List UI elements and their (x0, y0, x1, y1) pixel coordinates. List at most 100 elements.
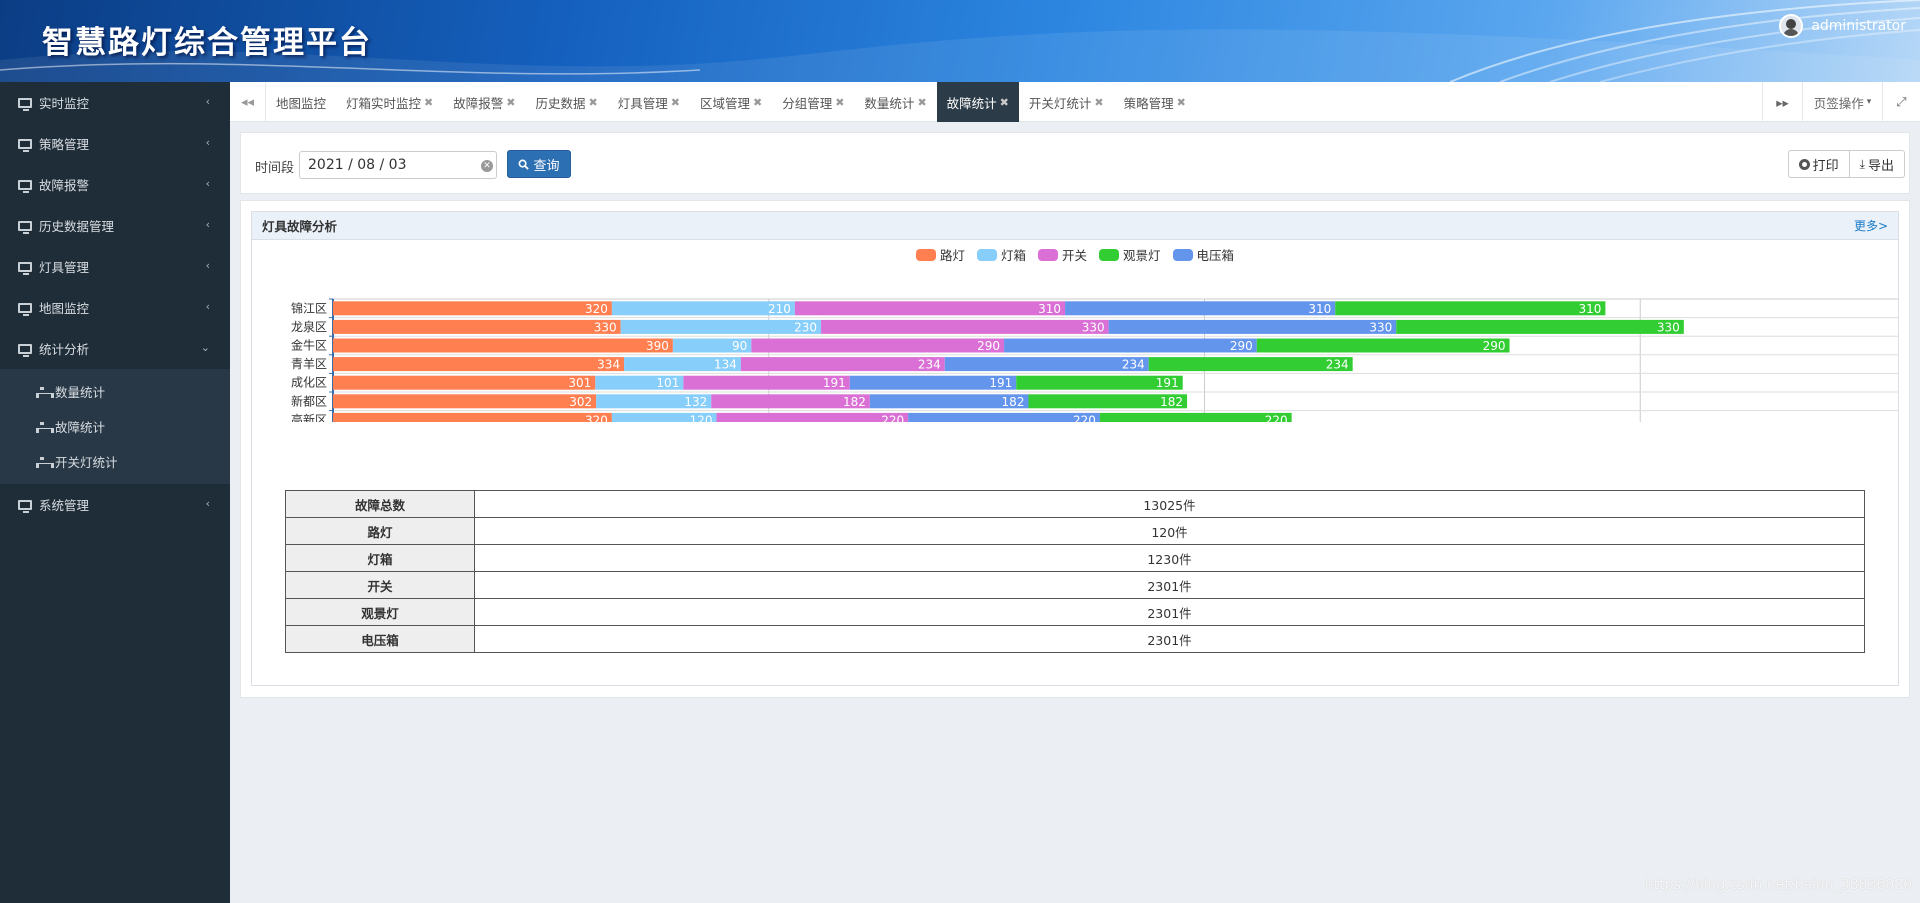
chevron-left-icon: ‹ (205, 95, 210, 108)
bar-value-label: 182 (1002, 395, 1025, 409)
legend-item[interactable]: 开关 (1037, 245, 1087, 264)
close-icon[interactable]: ✖ (835, 96, 844, 109)
submenu-item-fault[interactable]: 故障统计 (0, 409, 230, 444)
legend-label: 开关 (1061, 248, 1087, 263)
submenu-item-count[interactable]: 数量统计 (0, 374, 230, 409)
chevron-down-icon: ⌄ (200, 341, 210, 354)
bar-value-label: 330 (1082, 320, 1105, 334)
tabs-scroll-right-button[interactable]: ▸▸ (1762, 82, 1802, 122)
sidebar-item-history[interactable]: 历史数据管理 ‹ (0, 205, 230, 246)
bar-segment (333, 301, 612, 316)
page-ops-dropdown[interactable]: 页签操作 ▾ (1802, 82, 1882, 122)
legend-item[interactable]: 灯箱 (976, 245, 1026, 264)
page-ops-label: 页签操作 (1813, 95, 1864, 111)
close-icon[interactable]: ✖ (753, 96, 762, 109)
bar-value-label: 320 (585, 413, 608, 422)
query-panel: 时间段 2021 / 08 / 03 ✕ 查询 打印 ⤓ 导出 (240, 132, 1910, 194)
fullscreen-button[interactable]: ⤢ (1882, 82, 1920, 122)
sidebar-item-map[interactable]: 地图监控 ‹ (0, 287, 230, 328)
legend-swatch (976, 248, 997, 261)
y-category-label: 锦江区 (291, 301, 327, 315)
tab-strategy[interactable]: 策略管理 ✖ (1114, 82, 1196, 122)
sidebar-item-label: 历史数据管理 (39, 219, 115, 234)
monitor-icon (18, 302, 32, 316)
summary-value: 120件 (474, 517, 1865, 545)
clear-icon[interactable]: ✕ (481, 160, 493, 172)
date-input[interactable]: 2021 / 08 / 03 (299, 151, 497, 179)
sidebar-item-label: 实时监控 (39, 96, 90, 111)
tab-label: 数量统计 (864, 95, 915, 111)
close-icon[interactable]: ✖ (671, 96, 680, 109)
bar-segment (908, 412, 1100, 422)
summary-value: 2301件 (474, 571, 1865, 599)
close-icon[interactable]: ✖ (589, 96, 598, 109)
tab-history[interactable]: 历史数据 ✖ (525, 82, 607, 122)
user-menu[interactable]: administrator (1779, 14, 1906, 38)
table-row: 灯箱 1230件 (285, 544, 1865, 572)
bar-value-label: 302 (569, 395, 592, 409)
tab-count-stats[interactable]: 数量统计 ✖ (854, 82, 936, 122)
export-button[interactable]: ⤓ 导出 (1849, 150, 1905, 178)
monitor-icon (18, 179, 32, 193)
search-button-label: 查询 (533, 158, 560, 174)
legend-item[interactable]: 路灯 (915, 245, 965, 264)
sidebar-item-statistics[interactable]: 统计分析 ⌄ (0, 328, 230, 369)
bar-segment (333, 412, 612, 422)
sitemap-icon (36, 386, 54, 398)
more-link[interactable]: 更多> (1854, 217, 1888, 234)
chevron-left-icon: ‹ (205, 497, 210, 510)
bar-value-label: 220 (1265, 413, 1288, 422)
tab-area[interactable]: 区域管理 ✖ (690, 82, 772, 122)
export-button-label: 导出 (1867, 158, 1894, 174)
legend-item[interactable]: 电压箱 (1172, 245, 1235, 264)
sidebar-item-strategy[interactable]: 策略管理 ‹ (0, 123, 230, 164)
tabs-scroll-left-button[interactable]: ◂◂ (230, 82, 266, 122)
sidebar-item-system[interactable]: 系统管理 ‹ (0, 484, 230, 525)
bar-value-label: 310 (1578, 302, 1601, 316)
legend-label: 电压箱 (1196, 248, 1235, 263)
summary-key: 电压箱 (285, 625, 475, 653)
tab-group[interactable]: 分组管理 ✖ (772, 82, 854, 122)
tab-lamps[interactable]: 灯具管理 ✖ (608, 82, 690, 122)
print-button[interactable]: 打印 (1787, 150, 1850, 178)
sidebar-item-fault-alarm[interactable]: 故障报警 ‹ (0, 164, 230, 205)
monitor-icon (18, 261, 32, 275)
close-icon[interactable]: ✖ (1177, 96, 1186, 109)
date-range-label: 时间段 (255, 161, 295, 176)
bar-value-label: 132 (684, 395, 707, 409)
search-button[interactable]: 查询 (507, 150, 571, 178)
y-category-label: 青羊区 (291, 356, 327, 371)
bar-value-label: 310 (1038, 302, 1061, 316)
sidebar-item-realtime[interactable]: 实时监控 ‹ (0, 82, 230, 123)
bar-value-label: 301 (568, 376, 591, 390)
tab-fault-stats[interactable]: 故障统计 ✖ (936, 82, 1019, 122)
close-icon[interactable]: ✖ (917, 96, 926, 109)
bar-value-label: 134 (714, 358, 737, 372)
tab-label: 灯具管理 (617, 95, 668, 111)
legend-item[interactable]: 观景灯 (1099, 245, 1161, 264)
bar-value-label: 182 (1160, 395, 1183, 409)
table-row: 路灯 120件 (285, 517, 1865, 545)
sidebar-item-lamps[interactable]: 灯具管理 ‹ (0, 246, 230, 287)
bar-segment (1065, 301, 1336, 316)
bar-segment (1396, 319, 1684, 334)
submenu-item-switch[interactable]: 开关灯统计 (0, 444, 230, 479)
legend-label: 观景灯 (1123, 248, 1161, 263)
expand-icon: ⤢ (1896, 94, 1907, 109)
bar-value-label: 334 (597, 358, 620, 372)
legend-swatch (1099, 248, 1119, 261)
monitor-icon (18, 220, 32, 234)
monitor-icon (18, 97, 32, 111)
tab-switch-stats[interactable]: 开关灯统计 ✖ (1019, 82, 1114, 122)
tab-map-monitor[interactable]: 地图监控 (266, 82, 336, 122)
bar-segment (620, 319, 822, 334)
forward-icon: ▸▸ (1776, 94, 1789, 110)
bar-segment (333, 338, 673, 353)
close-icon[interactable]: ✖ (424, 96, 433, 109)
close-icon[interactable]: ✖ (1094, 96, 1103, 109)
close-icon[interactable]: ✖ (1000, 96, 1009, 109)
sitemap-icon (36, 421, 54, 433)
tab-fault-alarm[interactable]: 故障报警 ✖ (443, 82, 525, 122)
close-icon[interactable]: ✖ (506, 96, 515, 109)
tab-lightbox-realtime[interactable]: 灯箱实时监控 ✖ (336, 82, 443, 122)
